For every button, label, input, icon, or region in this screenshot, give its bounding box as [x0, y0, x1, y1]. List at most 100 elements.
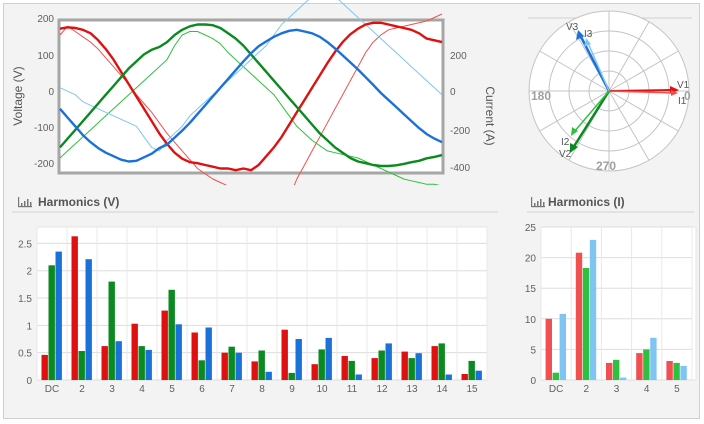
- bar-v2-13: [408, 358, 415, 380]
- bar-v1-10: [311, 364, 318, 380]
- y-tick-label: 20: [525, 254, 537, 265]
- bar-i1-4: [636, 353, 643, 380]
- bar-v2-7: [228, 346, 235, 380]
- bar-i3-3: [620, 377, 627, 380]
- bar-i1-2: [575, 252, 583, 380]
- angle-label-180: 180: [531, 89, 551, 103]
- bar-i2-dc: [552, 372, 559, 380]
- x-tick-label: 2: [584, 384, 590, 395]
- voltage-tick: 0: [48, 87, 54, 98]
- y-tick-label: 15: [525, 284, 537, 295]
- phasor-label-v1: V1: [677, 80, 690, 91]
- y-tick-label: 1: [26, 321, 32, 332]
- bar-i3-4: [650, 337, 657, 380]
- bar-v2-5: [168, 289, 175, 380]
- bar-v2-10: [318, 349, 325, 380]
- bar-v2-9: [288, 372, 295, 380]
- bar-v2-15: [468, 360, 475, 380]
- bar-v1-9: [281, 329, 288, 380]
- current-tick: 0: [450, 87, 456, 98]
- bar-v2-6: [198, 360, 205, 380]
- voltage-axis-label: Voltage (V): [11, 66, 25, 125]
- bar-v3-dc: [55, 251, 62, 380]
- bar-i3-dc: [559, 313, 566, 380]
- bar-v2-8: [258, 350, 265, 380]
- x-tick-label: 13: [406, 384, 418, 395]
- bar-v2-12: [378, 350, 385, 380]
- voltage-tick: -200: [34, 159, 54, 170]
- phasor-label-i3: I3: [584, 29, 593, 40]
- bar-v3-4: [145, 349, 152, 380]
- bar-v3-14: [445, 374, 452, 380]
- bar-v2-3: [108, 281, 115, 380]
- bar-v3-12: [385, 343, 392, 380]
- bar-v1-4: [131, 323, 138, 380]
- bar-i2-4: [643, 349, 650, 380]
- x-tick-label: 3: [614, 384, 620, 395]
- x-tick-label: DC: [549, 384, 563, 395]
- bar-v1-14: [431, 346, 438, 380]
- bar-i2-5: [673, 362, 680, 380]
- y-tick-label: 10: [525, 315, 537, 326]
- bar-v2-dc: [48, 265, 55, 381]
- harmonics-i-title: Harmonics (I): [548, 195, 625, 209]
- bar-v3-13: [415, 353, 422, 380]
- phasor-label-i1: I1: [678, 96, 687, 107]
- x-tick-label: 14: [436, 384, 448, 395]
- bar-v3-2: [85, 259, 92, 380]
- x-tick-label: 5: [674, 384, 680, 395]
- bar-v2-4: [138, 346, 145, 380]
- current-axis-label: Current (A): [483, 86, 497, 145]
- x-tick-label: 15: [466, 384, 478, 395]
- y-tick-label: 25: [525, 223, 537, 234]
- bar-i2-3: [613, 359, 620, 380]
- y-tick-label: 2.5: [18, 239, 32, 250]
- x-tick-label: 7: [229, 384, 235, 395]
- x-tick-label: 10: [316, 384, 328, 395]
- bar-v2-2: [78, 351, 85, 380]
- bar-v1-dc: [41, 354, 48, 380]
- bar-v3-8: [265, 371, 272, 380]
- x-tick-label: 6: [199, 384, 205, 395]
- bar-v1-8: [251, 361, 258, 380]
- y-tick-label: 0: [26, 376, 32, 387]
- bar-v1-2: [71, 236, 78, 380]
- angle-label-270: 270: [596, 159, 616, 173]
- bar-v2-14: [438, 343, 445, 380]
- phasor-diagram: 0 180 270 V1 I1 V3 I3 I2 V2: [528, 10, 692, 173]
- phasor-label-v2: V2: [559, 149, 572, 160]
- bar-v1-6: [191, 332, 198, 380]
- x-tick-label: 2: [79, 384, 85, 395]
- current-tick: -200: [450, 126, 470, 137]
- y-tick-label: 0.5: [18, 349, 32, 360]
- bar-i3-2: [589, 239, 597, 380]
- current-tick: -400: [450, 163, 470, 174]
- bar-v3-9: [295, 339, 302, 380]
- bar-v1-13: [401, 351, 408, 380]
- bar-v3-5: [175, 324, 182, 380]
- bar-i1-dc: [545, 318, 552, 380]
- bar-v1-7: [221, 352, 228, 380]
- bar-v1-15: [461, 374, 468, 380]
- bar-i1-5: [666, 361, 673, 380]
- x-tick-label: 12: [376, 384, 388, 395]
- x-tick-label: 5: [169, 384, 175, 395]
- bar-v1-3: [101, 346, 108, 380]
- x-tick-label: 9: [289, 384, 295, 395]
- y-tick-label: 2: [26, 267, 32, 278]
- voltage-tick: 200: [37, 14, 54, 25]
- bar-v2-11: [348, 360, 355, 380]
- harmonics-v-title: Harmonics (V): [38, 195, 119, 209]
- chart-bars-icon: [531, 197, 545, 208]
- current-tick: 200: [450, 51, 467, 62]
- bar-v3-3: [115, 341, 122, 380]
- chart-bars-icon: [18, 197, 32, 208]
- y-tick-label: 1.5: [18, 294, 32, 305]
- harmonics-voltage-chart: Harmonics (V) 0 0.5 1 1.5 2 2.5 DC 2 3 4 5 6 7 8 9 10 11…: [12, 195, 498, 395]
- bar-i3-5: [680, 365, 687, 380]
- phasor-label-i2: I2: [561, 137, 570, 148]
- bar-v3-10: [325, 337, 332, 380]
- bar-v3-11: [355, 374, 362, 380]
- x-tick-label: 4: [644, 384, 650, 395]
- bar-v3-6: [205, 327, 212, 380]
